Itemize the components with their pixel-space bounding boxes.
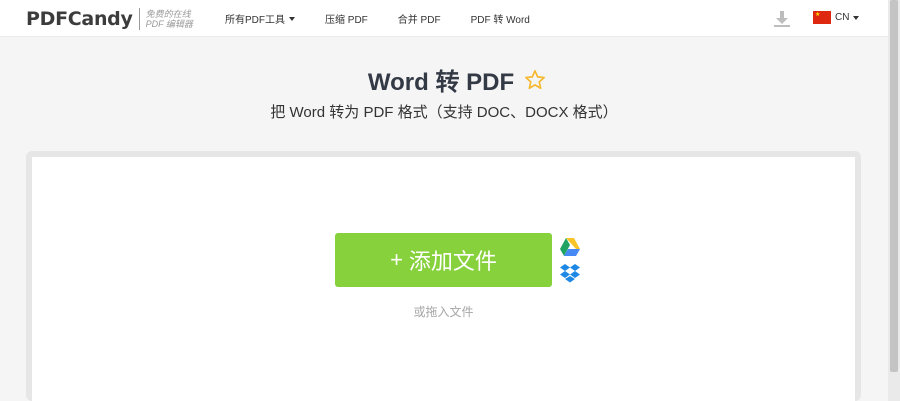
- vertical-scrollbar[interactable]: [888, 0, 900, 401]
- language-selector[interactable]: ★ CN: [813, 11, 860, 24]
- file-drop-zone[interactable]: + 添加文件 或拖入文件: [32, 157, 855, 401]
- nav-compress-pdf[interactable]: 压缩 PDF: [325, 11, 368, 26]
- nav-all-pdf-tools[interactable]: 所有PDF工具: [225, 11, 295, 26]
- logo-text: PDFCandy: [26, 8, 133, 30]
- download-icon[interactable]: [773, 10, 791, 28]
- scrollbar-thumb[interactable]: [890, 0, 898, 372]
- page-title: Word 转 PDF: [367, 69, 515, 96]
- logo-tagline-line2: PDF 编辑器: [145, 19, 193, 29]
- nav-all-pdf-tools-label: 所有PDF工具: [225, 15, 285, 26]
- plus-icon: +: [390, 247, 403, 272]
- upload-frame: + 添加文件 或拖入文件: [26, 151, 861, 401]
- add-file-button[interactable]: + 添加文件: [335, 233, 552, 287]
- nav-pdf-to-word[interactable]: PDF 转 Word: [471, 11, 530, 26]
- logo-tagline-line1: 免费的在线: [145, 9, 191, 19]
- logo[interactable]: PDFCandy 免费的在线 PDF 编辑器: [26, 5, 193, 33]
- star-outline-icon[interactable]: [524, 69, 546, 91]
- nav-compress-pdf-label: 压缩 PDF: [325, 15, 368, 26]
- drop-hint-text: 或拖入文件: [413, 305, 474, 319]
- nav-merge-pdf-label: 合并 PDF: [397, 15, 441, 26]
- china-flag-icon: ★: [813, 11, 831, 24]
- google-drive-icon[interactable]: [559, 237, 581, 257]
- nav-pdf-to-word-label: PDF 转 Word: [470, 15, 530, 26]
- main-nav: 所有PDF工具 压缩 PDF 合并 PDF PDF 转 Word: [225, 0, 560, 37]
- top-header: PDFCandy 免费的在线 PDF 编辑器 所有PDF工具 压缩 PDF 合并…: [0, 0, 888, 37]
- logo-tagline: 免费的在线 PDF 编辑器: [146, 9, 193, 29]
- language-code: CN: [835, 12, 850, 23]
- nav-merge-pdf[interactable]: 合并 PDF: [398, 11, 441, 26]
- add-file-button-label: 添加文件: [408, 249, 497, 274]
- title-row: Word 转 PDF: [0, 62, 888, 97]
- chevron-down-icon: [853, 15, 860, 20]
- dropbox-icon[interactable]: [559, 263, 581, 285]
- chevron-down-icon: [289, 16, 295, 21]
- logo-divider: [138, 8, 140, 30]
- page-subtitle: 把 Word 转为 PDF 格式（支持 DOC、DOCX 格式）: [270, 104, 618, 121]
